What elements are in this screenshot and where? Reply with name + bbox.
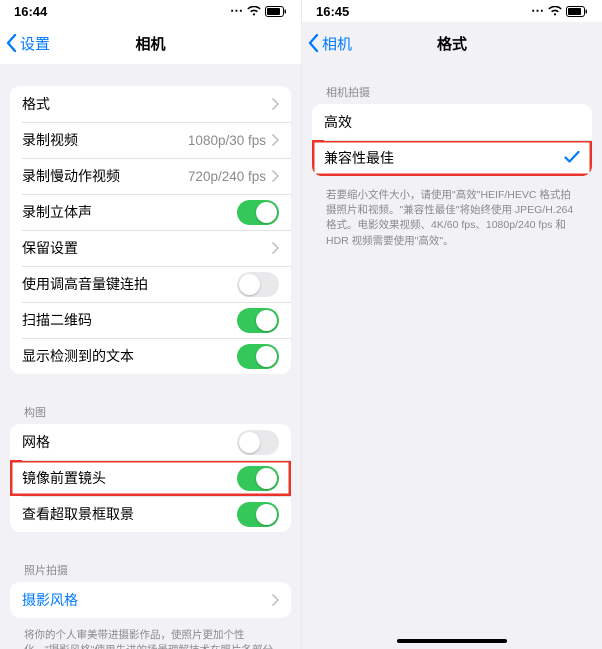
back-label: 相机: [322, 33, 352, 54]
group-format-options: 高效 兼容性最佳: [312, 104, 592, 176]
toggle-mirror-front[interactable]: [237, 466, 279, 491]
chevron-left-icon: [6, 34, 17, 52]
row-stereo[interactable]: 录制立体声: [10, 194, 291, 230]
camera-settings-screen: 16:44 ⋯ 设置 相机 格式 录制视频 1080p/30 fps 录制慢动作…: [0, 0, 301, 649]
row-label: 格式: [22, 94, 50, 114]
row-mirror-front[interactable]: 镜像前置镜头: [10, 460, 291, 496]
row-detect-text[interactable]: 显示检测到的文本: [10, 338, 291, 374]
row-label: 摄影风格: [22, 590, 78, 610]
row-most-compatible[interactable]: 兼容性最佳: [312, 140, 592, 176]
row-label: 网格: [22, 432, 50, 452]
home-indicator[interactable]: [397, 639, 507, 643]
row-label: 扫描二维码: [22, 310, 92, 330]
row-label: 高效: [324, 112, 352, 132]
chevron-right-icon: [272, 98, 279, 110]
format-settings-screen: 16:45 ⋯ 相机 格式 相机拍摄 高效 兼容性最佳 若要: [301, 0, 602, 649]
row-label: 查看超取景框取景: [22, 504, 134, 524]
row-value-text: 1080p/30 fps: [188, 133, 266, 148]
page-title: 相机: [135, 33, 165, 54]
page-title: 格式: [437, 33, 467, 54]
nav-bar: 相机 格式: [302, 22, 602, 64]
section-header-composition: 构图: [0, 398, 301, 424]
row-preserve-settings[interactable]: 保留设置: [10, 230, 291, 266]
toggle-stereo[interactable]: [237, 200, 279, 225]
row-label: 镜像前置镜头: [22, 468, 106, 488]
chevron-left-icon: [308, 34, 319, 52]
row-format[interactable]: 格式: [10, 86, 291, 122]
group-photo-capture: 摄影风格: [10, 582, 291, 618]
wifi-icon: [548, 6, 562, 16]
status-icons: ⋯: [230, 3, 287, 19]
toggle-detect-text[interactable]: [237, 344, 279, 369]
row-record-slomo[interactable]: 录制慢动作视频 720p/240 fps: [10, 158, 291, 194]
wifi-icon: [247, 6, 261, 16]
nav-bar: 设置 相机: [0, 22, 301, 64]
toggle-scan-qr[interactable]: [237, 308, 279, 333]
section-header-camera-capture: 相机拍摄: [302, 78, 602, 104]
dots-icon: ⋯: [230, 3, 243, 19]
row-label: 录制立体声: [22, 202, 92, 222]
toggle-volume-burst[interactable]: [237, 272, 279, 297]
row-label: 使用调高音量键连拍: [22, 274, 148, 294]
group-composition: 网格 镜像前置镜头 查看超取景框取景: [10, 424, 291, 532]
row-label: 兼容性最佳: [324, 148, 394, 168]
row-label: 录制视频: [22, 130, 78, 150]
chevron-right-icon: [272, 170, 279, 182]
battery-icon: [265, 6, 287, 17]
toggle-view-outside-frame[interactable]: [237, 502, 279, 527]
status-bar: 16:44 ⋯: [0, 0, 301, 22]
dots-icon: ⋯: [531, 3, 544, 19]
row-label: 保留设置: [22, 238, 78, 258]
row-photographic-styles[interactable]: 摄影风格: [10, 582, 291, 618]
content-scroll[interactable]: 格式 录制视频 1080p/30 fps 录制慢动作视频 720p/240 fp…: [0, 64, 301, 649]
status-bar: 16:45 ⋯: [302, 0, 602, 22]
chevron-right-icon: [272, 594, 279, 606]
row-high-efficiency[interactable]: 高效: [312, 104, 592, 140]
footer-note-format: 若要缩小文件大小，请使用"高效"HEIF/HEVC 格式拍摄照片和视频。"兼容性…: [302, 184, 602, 249]
battery-icon: [566, 6, 588, 17]
status-icons: ⋯: [531, 3, 588, 19]
row-view-outside-frame[interactable]: 查看超取景框取景: [10, 496, 291, 532]
content-scroll[interactable]: 相机拍摄 高效 兼容性最佳 若要缩小文件大小，请使用"高效"HEIF/HEVC …: [302, 64, 602, 649]
status-time: 16:44: [14, 4, 47, 19]
section-header-photo-capture: 照片拍摄: [0, 556, 301, 582]
row-label: 录制慢动作视频: [22, 166, 120, 186]
status-time: 16:45: [316, 4, 349, 19]
row-volume-burst[interactable]: 使用调高音量键连拍: [10, 266, 291, 302]
row-record-video[interactable]: 录制视频 1080p/30 fps: [10, 122, 291, 158]
back-label: 设置: [20, 33, 50, 54]
back-button[interactable]: 相机: [308, 33, 352, 54]
toggle-grid[interactable]: [237, 430, 279, 455]
row-grid[interactable]: 网格: [10, 424, 291, 460]
row-scan-qr[interactable]: 扫描二维码: [10, 302, 291, 338]
footer-note-styles: 将你的个人审美带进摄影作品，使照片更加个性化。"摄影风格"使用先进的场景理解技术…: [0, 624, 301, 649]
back-button[interactable]: 设置: [6, 33, 50, 54]
group-general: 格式 录制视频 1080p/30 fps 录制慢动作视频 720p/240 fp…: [10, 86, 291, 374]
row-label: 显示检测到的文本: [22, 346, 134, 366]
chevron-right-icon: [272, 242, 279, 254]
checkmark-icon: [564, 148, 580, 169]
row-value-text: 720p/240 fps: [188, 169, 266, 184]
chevron-right-icon: [272, 134, 279, 146]
